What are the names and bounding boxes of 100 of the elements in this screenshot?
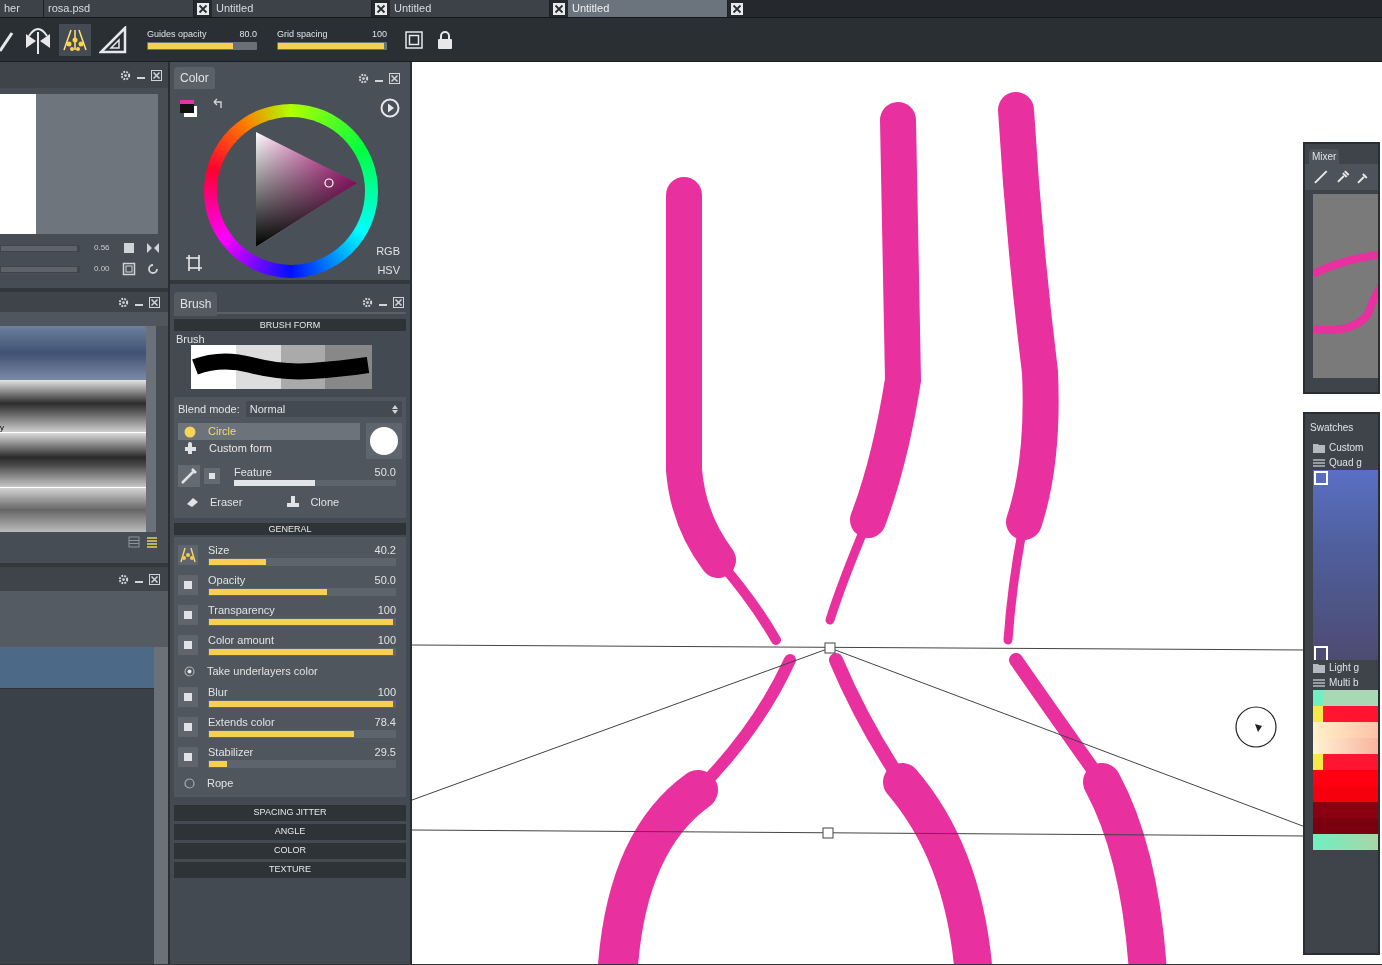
brush-mode-button[interactable]: Eraser bbox=[186, 493, 243, 511]
close-icon[interactable] bbox=[393, 296, 404, 308]
lock-icon[interactable] bbox=[437, 29, 453, 50]
color-mode-option[interactable]: RGB bbox=[376, 243, 400, 260]
brush-icon[interactable] bbox=[178, 465, 200, 487]
fit-screen-icon[interactable] bbox=[121, 262, 136, 276]
section-header[interactable]: ANGLE bbox=[174, 824, 406, 840]
section-header[interactable]: COLOR bbox=[174, 843, 406, 859]
panel-title[interactable]: Color bbox=[174, 67, 215, 89]
checkbox-icon[interactable] bbox=[178, 717, 198, 737]
swatch-grid[interactable] bbox=[1313, 690, 1378, 850]
flip-icon[interactable] bbox=[145, 241, 160, 255]
checkbox-icon[interactable] bbox=[178, 747, 198, 767]
slider-value: 40.2 bbox=[374, 544, 396, 556]
brush-preset[interactable]: y bbox=[0, 380, 146, 432]
slider-value: 80.0 bbox=[239, 29, 257, 39]
crop-icon[interactable] bbox=[186, 255, 202, 271]
panel-title[interactable]: Mixer bbox=[1309, 149, 1340, 164]
close-icon[interactable] bbox=[149, 296, 160, 308]
canvas-thumbnail[interactable] bbox=[0, 94, 36, 234]
checkbox-icon[interactable] bbox=[178, 687, 198, 707]
brush-form-option[interactable]: Custom form bbox=[178, 440, 360, 457]
document-tab[interactable]: Untitled bbox=[568, 0, 728, 17]
radio-button[interactable] bbox=[184, 777, 195, 789]
brush-preset[interactable] bbox=[0, 433, 146, 487]
stamp-icon bbox=[286, 495, 301, 509]
panel-title[interactable]: Swatches bbox=[1310, 419, 1354, 435]
brush-stroke-preview[interactable] bbox=[191, 345, 372, 389]
color-mode-option[interactable]: HSV bbox=[377, 261, 400, 278]
brush-form-option[interactable]: Circle bbox=[178, 423, 360, 440]
section-header[interactable]: SPACING JITTER bbox=[174, 805, 406, 821]
color-swatches-icon[interactable] bbox=[180, 100, 198, 118]
checkbox-icon[interactable] bbox=[178, 575, 198, 595]
settings-icon[interactable] bbox=[118, 573, 129, 585]
settings-icon[interactable] bbox=[358, 72, 369, 84]
brush-icon[interactable] bbox=[1313, 169, 1329, 185]
document-tab[interactable]: Untitled bbox=[390, 0, 550, 17]
close-tab-icon[interactable] bbox=[197, 2, 209, 15]
scrollbar[interactable] bbox=[146, 326, 156, 532]
close-icon[interactable] bbox=[149, 573, 160, 585]
scrollbar[interactable] bbox=[154, 647, 168, 964]
settings-icon[interactable] bbox=[362, 296, 373, 308]
play-icon[interactable] bbox=[380, 98, 400, 118]
swatch-group[interactable]: Custom bbox=[1313, 440, 1378, 455]
slider-track[interactable] bbox=[208, 700, 396, 708]
slider-track[interactable] bbox=[208, 588, 396, 596]
folder-icon bbox=[1313, 442, 1325, 453]
brush-cursor-icon bbox=[1235, 706, 1277, 748]
navigator-slider[interactable] bbox=[0, 265, 80, 273]
brush-mode-button[interactable]: Clone bbox=[286, 493, 340, 511]
section-header[interactable]: TEXTURE bbox=[174, 862, 406, 878]
list-view-icon[interactable] bbox=[128, 536, 140, 548]
rotate-icon[interactable] bbox=[145, 262, 160, 276]
navigator-slider[interactable] bbox=[0, 244, 80, 252]
slider-track[interactable] bbox=[208, 730, 396, 738]
radio-button[interactable] bbox=[184, 665, 195, 677]
updown-icon bbox=[392, 404, 398, 414]
slider-track[interactable] bbox=[277, 42, 387, 50]
swap-icon[interactable] bbox=[212, 98, 224, 110]
document-tab[interactable]: her bbox=[0, 0, 44, 17]
close-icon[interactable] bbox=[151, 69, 162, 81]
field-label: Blend mode: bbox=[178, 401, 240, 417]
section-header[interactable]: BRUSH FORM bbox=[174, 319, 406, 331]
zoom-fit-icon[interactable] bbox=[121, 241, 136, 255]
color-triangle[interactable] bbox=[256, 132, 358, 248]
document-tab[interactable]: Untitled bbox=[212, 0, 372, 17]
section-header[interactable]: GENERAL bbox=[174, 523, 406, 535]
slider-track[interactable] bbox=[208, 558, 396, 566]
settings-icon[interactable] bbox=[120, 69, 131, 81]
checkbox-icon[interactable] bbox=[178, 635, 198, 655]
slider-track[interactable] bbox=[208, 648, 396, 656]
close-tab-icon[interactable] bbox=[375, 2, 387, 15]
slider-track[interactable] bbox=[234, 480, 396, 486]
swatch-group[interactable]: Quad g bbox=[1313, 455, 1378, 470]
gradient-swatch[interactable] bbox=[1313, 470, 1378, 660]
circle-icon bbox=[184, 425, 196, 438]
slider-track[interactable] bbox=[208, 760, 396, 768]
perspective-tool-button[interactable] bbox=[59, 23, 91, 56]
swatch-group[interactable]: Multi b bbox=[1313, 675, 1378, 690]
frame-icon[interactable] bbox=[405, 30, 423, 49]
slider-track[interactable] bbox=[147, 42, 257, 50]
checkbox-icon[interactable] bbox=[178, 605, 198, 625]
checkbox-icon[interactable] bbox=[204, 468, 220, 484]
settings-icon[interactable] bbox=[118, 296, 129, 308]
canvas[interactable]: Mixer Swatches Custom Quad g Light g Multi b bbox=[412, 62, 1382, 964]
blend-mode-dropdown[interactable]: Normal bbox=[245, 401, 402, 417]
guide-handle[interactable] bbox=[824, 642, 836, 654]
close-tab-icon[interactable] bbox=[731, 2, 743, 15]
swatch-group[interactable]: Light g bbox=[1313, 660, 1378, 675]
document-tab[interactable]: rosa.psd bbox=[44, 0, 194, 17]
panel-title[interactable]: Brush bbox=[174, 292, 218, 316]
slider-label: Extends color bbox=[208, 716, 275, 728]
slider-track[interactable] bbox=[208, 618, 396, 626]
palette-grid-icon bbox=[1313, 457, 1325, 468]
brush-tips-icon[interactable] bbox=[178, 545, 198, 565]
detail-view-icon[interactable] bbox=[146, 536, 158, 548]
close-tab-icon[interactable] bbox=[553, 2, 565, 15]
eraser-icon bbox=[186, 496, 200, 508]
guide-handle[interactable] bbox=[822, 827, 834, 839]
close-icon[interactable] bbox=[389, 72, 400, 84]
